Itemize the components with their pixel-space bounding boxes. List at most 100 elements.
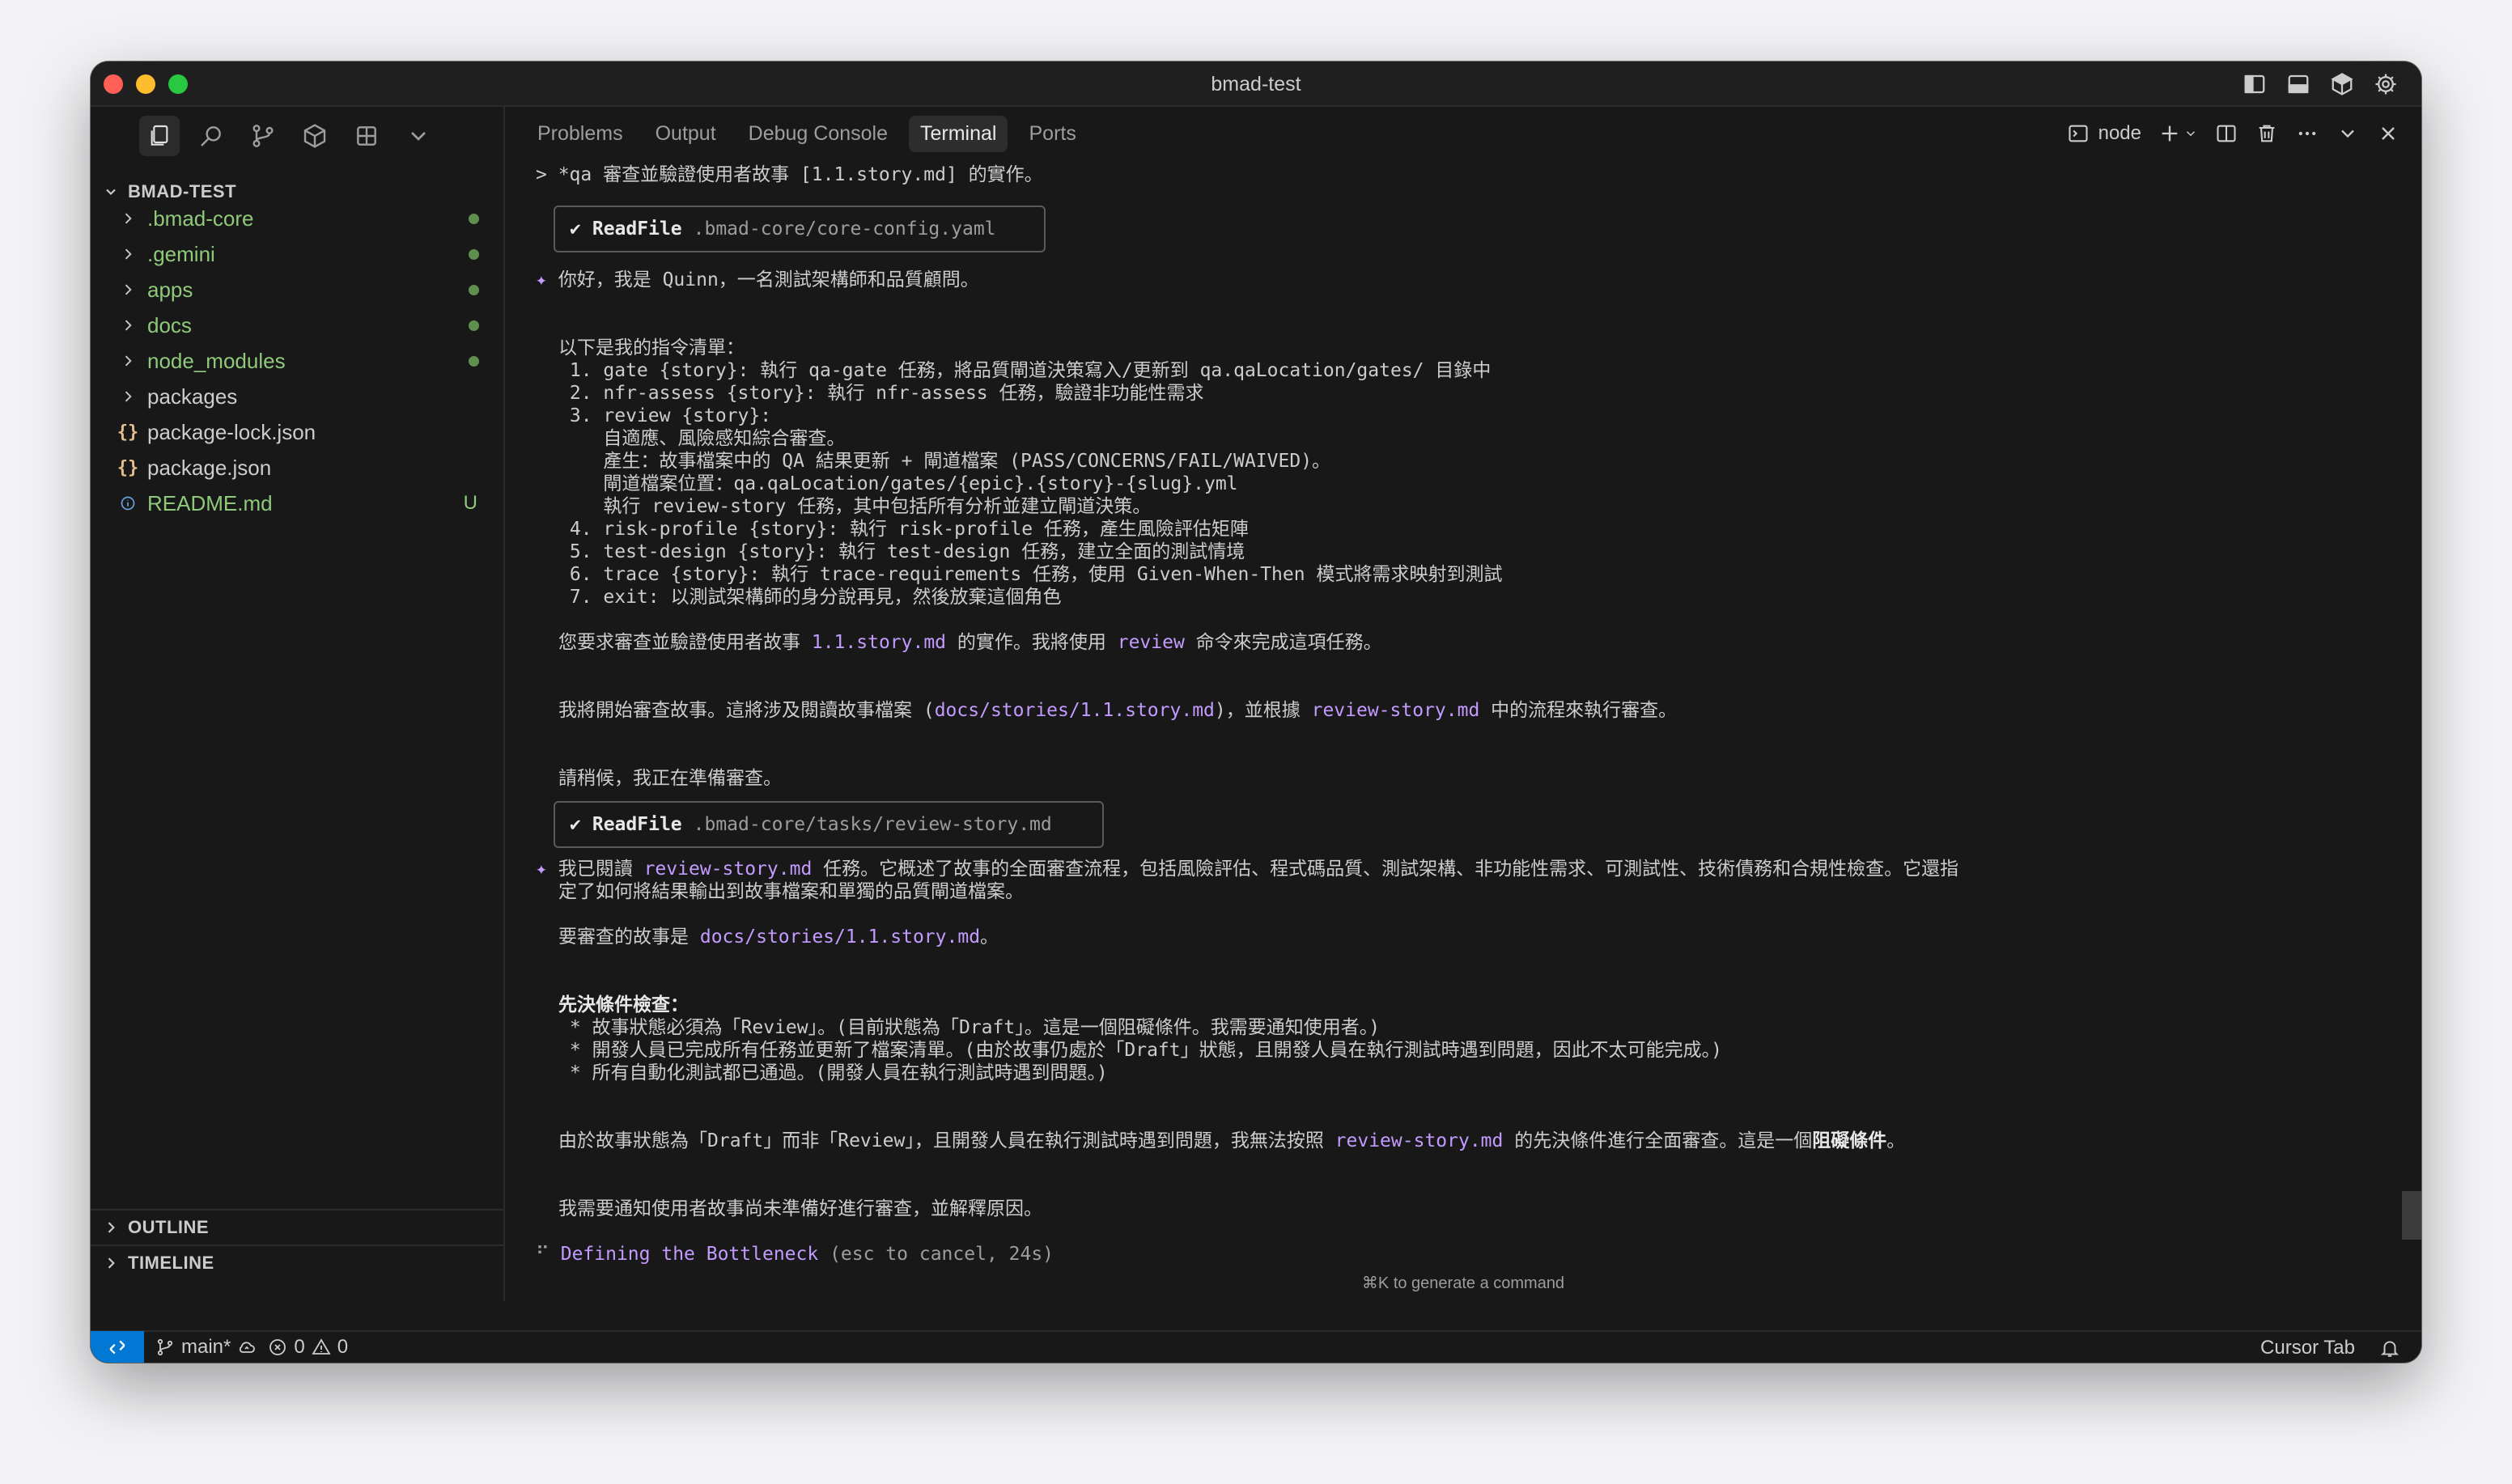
modified-dot	[469, 284, 479, 295]
tree-item-readme[interactable]: README.md U	[91, 485, 503, 521]
remote-indicator-icon[interactable]	[91, 1331, 144, 1363]
error-icon	[269, 1339, 286, 1355]
prompt-line: > *qa 審查並驗證使用者故事 [1.1.story.md] 的實作。	[536, 164, 1043, 185]
tree-item-bmad-core[interactable]: .bmad-core	[91, 201, 503, 236]
text: 由於故事狀態為「Draft」而非「Review」，且開發人員在執行測試時遇到問題…	[558, 1130, 1335, 1151]
file-ref: review-story.md	[1311, 700, 1480, 721]
terminal-shell-icon[interactable]	[2066, 121, 2090, 146]
panel-toggle-icon[interactable]	[2285, 71, 2311, 97]
trash-icon[interactable]	[2255, 121, 2279, 146]
tree-item-label: docs	[147, 312, 192, 337]
file-ref: review-story.md	[643, 859, 813, 880]
tool-name: ReadFile	[592, 218, 682, 240]
tree-item-package-json[interactable]: {} package.json	[91, 450, 503, 485]
tree-item-packages[interactable]: packages	[91, 379, 503, 414]
untracked-badge: U	[463, 492, 477, 514]
tree-item-label: apps	[147, 277, 193, 302]
explorer-root-header[interactable]: BMAD-TEST	[102, 181, 236, 202]
prereq-item: * 故事狀態必須為「Review」。(目前狀態為「Draft」。這是一個阻礙條件…	[558, 1017, 1381, 1038]
chevron-down-icon	[102, 183, 120, 201]
cursor-tab-label[interactable]: Cursor Tab	[2260, 1337, 2355, 1359]
tab-output[interactable]: Output	[644, 116, 728, 152]
text: 中的流程來執行審查。	[1479, 700, 1678, 721]
tree-item-label: package-lock.json	[147, 419, 316, 444]
tab-debug-console[interactable]: Debug Console	[737, 116, 899, 152]
new-terminal-plus-icon[interactable]	[2158, 121, 2182, 146]
tree-item-docs[interactable]: docs	[91, 307, 503, 343]
cube-icon[interactable]	[2329, 71, 2355, 97]
chevron-down-icon[interactable]	[398, 116, 439, 156]
activity-bar	[139, 113, 439, 159]
warning-icon	[312, 1338, 331, 1355]
text: 任務。它概述了故事的全面審查流程，包括風險評估、程式碼品質、測試架構、非功能性需…	[812, 859, 1959, 880]
sparkle-icon: ✦	[536, 269, 547, 290]
tree-item-label: package.json	[147, 455, 272, 480]
tree-item-apps[interactable]: apps	[91, 272, 503, 307]
shell-name[interactable]: node	[2098, 122, 2141, 145]
chevron-right-icon	[118, 280, 138, 299]
cmd-line: 自適應、風險感知綜合審查。	[558, 428, 846, 449]
branch-name: main*	[181, 1336, 231, 1358]
branch-indicator[interactable]: main*	[155, 1336, 257, 1359]
cmd-line: 產生：故事檔案中的 QA 結果更新 + 閘道檔案 (PASS/CONCERNS/…	[558, 451, 1331, 472]
text: 您要求審查並驗證使用者故事	[558, 632, 812, 653]
tab-terminal[interactable]: Terminal	[909, 115, 1008, 152]
generate-command-hint: ⌘K to generate a command	[1361, 1274, 1565, 1292]
settings-gear-icon[interactable]	[2373, 71, 2399, 97]
status-label: Defining the Bottleneck	[560, 1244, 819, 1265]
command-ref: review	[1117, 632, 1185, 653]
layout-grid-icon[interactable]	[346, 116, 387, 156]
split-terminal-icon[interactable]	[2214, 121, 2238, 146]
outline-section-header[interactable]: OUTLINE	[91, 1209, 503, 1244]
text: 的先決條件進行全面審查。這是一個	[1503, 1130, 1813, 1151]
extensions-cube-icon[interactable]	[295, 116, 335, 156]
tool-path: .bmad-core/tasks/review-story.md	[693, 814, 1052, 835]
tree-item-gemini[interactable]: .gemini	[91, 236, 503, 272]
chevron-right-icon	[102, 1219, 120, 1236]
source-control-icon[interactable]	[243, 116, 283, 156]
tree-item-label: packages	[147, 384, 238, 409]
chevron-down-icon[interactable]	[2183, 121, 2198, 146]
maximize-panel-chevron-icon[interactable]	[2336, 121, 2360, 146]
text: )，並根據	[1214, 700, 1312, 721]
info-icon	[118, 494, 138, 513]
tree-item-node-modules[interactable]: node_modules	[91, 343, 503, 379]
title-bar: bmad-test	[91, 61, 2421, 107]
files-icon[interactable]	[139, 116, 180, 156]
cmd-header: 以下是我的指令清單：	[558, 337, 745, 358]
tree-item-label: .bmad-core	[147, 206, 254, 231]
tree-item-package-lock-json[interactable]: {} package-lock.json	[91, 414, 503, 450]
error-count: 0	[294, 1336, 305, 1358]
blocker-line: 由於故事狀態為「Draft」而非「Review」，且開發人員在執行測試時遇到問題…	[558, 1130, 1905, 1152]
text: 。	[980, 926, 999, 948]
problems-indicator[interactable]: 0 0	[268, 1336, 348, 1359]
timeline-label: TIMELINE	[128, 1253, 214, 1273]
intro-text: 你好，我是 Quinn，一名測試架構師和品質顧問。	[558, 269, 979, 290]
terminal-output[interactable]: > *qa 審查並驗證使用者故事 [1.1.story.md] 的實作。 ✔ R…	[505, 152, 2399, 1269]
terminal-scrollbar[interactable]	[2402, 1191, 2421, 1240]
more-actions-icon[interactable]	[2295, 121, 2319, 146]
panel-tabs: Problems Output Debug Console Terminal P…	[526, 115, 1088, 152]
tree-item-label: README.md	[147, 490, 273, 515]
sidebar-toggle-icon[interactable]	[2242, 71, 2268, 97]
close-panel-icon[interactable]	[2376, 121, 2400, 146]
intro-line: ✦ 你好，我是 Quinn，一名測試架構師和品質顧問。	[536, 269, 979, 291]
text: 。	[1886, 1130, 1906, 1151]
search-icon[interactable]	[191, 116, 231, 156]
prereq-item: * 所有自動化測試都已通過。(開發人員在執行測試時遇到問題。)	[558, 1062, 1108, 1083]
timeline-section-header[interactable]: TIMELINE	[91, 1244, 503, 1280]
tab-problems[interactable]: Problems	[526, 116, 634, 152]
bell-icon[interactable]	[2379, 1338, 2400, 1359]
tab-ports[interactable]: Ports	[1017, 116, 1087, 152]
sparkle-icon: ✦	[536, 859, 547, 880]
status-line: ⠋ Defining the Bottleneck (esc to cancel…	[536, 1243, 1054, 1266]
notify-line: 我需要通知使用者故事尚未準備好進行審查，並解釋原因。	[558, 1198, 1042, 1219]
wait-line: 請稍候，我正在準備審查。	[558, 768, 782, 789]
tool-path: .bmad-core/core-config.yaml	[693, 218, 996, 240]
start-review-line: 我將開始審查故事。這將涉及閱讀故事檔案 (docs/stories/1.1.st…	[558, 699, 1677, 722]
text: 要審查的故事是	[558, 926, 700, 948]
cmd-line: 2. nfr-assess {story}: 執行 nfr-assess 任務，…	[558, 383, 1204, 404]
git-branch-icon	[157, 1338, 173, 1356]
bottom-panel: Problems Output Debug Console Terminal P…	[505, 107, 2421, 1301]
prereq-header: 先決條件檢查：	[558, 994, 689, 1015]
